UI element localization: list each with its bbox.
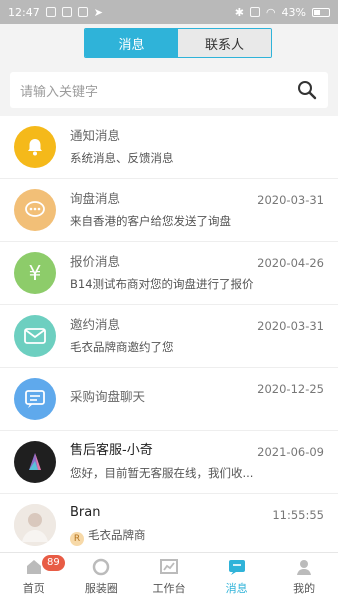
user-avatar [14, 504, 56, 546]
tab-messages[interactable]: 消息 [85, 29, 178, 57]
list-item-purchase-chat[interactable]: 采购询盘聊天 2020-12-25 [0, 368, 338, 431]
message-list: 通知消息 系统消息、反馈消息 询盘消息 来自香港的客户给您发送了询盘 2020-… [0, 116, 338, 552]
item-time: 2020-03-31 [257, 193, 324, 207]
message-tab-icon [227, 557, 247, 577]
brand-badge-icon: R [70, 532, 84, 546]
segment-control: 消息 联系人 [84, 28, 272, 58]
list-item-notifications[interactable]: 通知消息 系统消息、反馈消息 [0, 116, 338, 179]
chart-icon [159, 557, 179, 577]
list-item-invitation[interactable]: 邀约消息 毛衣品牌商邀约了您 2020-03-31 [0, 305, 338, 368]
item-subtitle: B14测试布商对您的询盘进行了报价 [70, 277, 254, 291]
item-time: 11:55:55 [272, 508, 324, 522]
item-time: 2021-06-09 [257, 445, 324, 459]
vibrate-icon [249, 7, 260, 17]
tab-mine-label: 我的 [293, 582, 316, 595]
item-subtitle: 系统消息、反馈消息 [70, 151, 174, 165]
list-item-inquiry[interactable]: 询盘消息 来自香港的客户给您发送了询盘 2020-03-31 [0, 179, 338, 242]
notification-icon [45, 7, 56, 17]
battery-icon [312, 7, 330, 17]
tab-fashion-label: 服装圈 [84, 582, 118, 595]
home-badge: 89 [42, 555, 65, 571]
wifi-icon: ◠ [265, 5, 276, 19]
chat-list-icon [14, 378, 56, 420]
envelope-icon [14, 315, 56, 357]
tab-messages-bottom[interactable]: 消息 [203, 553, 271, 600]
item-time: 2020-04-26 [257, 256, 324, 270]
tab-home[interactable]: 首页 89 [0, 553, 68, 600]
tab-fashion[interactable]: 服装圈 [68, 553, 136, 600]
search-input[interactable]: 请输入关键字 [10, 72, 328, 108]
tab-contacts[interactable]: 联系人 [178, 29, 271, 57]
chat-bubble-icon [14, 189, 56, 231]
yen-icon: ¥ [14, 252, 56, 294]
tab-messages-label: 消息 [225, 582, 248, 595]
item-subtitle: 来自香港的客户给您发送了询盘 [70, 214, 231, 228]
item-subtitle: 您好，目前暂无客服在线，我们收... [70, 466, 254, 480]
list-item-customer-service[interactable]: 售后客服-小奇 您好，目前暂无客服在线，我们收... 2021-06-09 [0, 431, 338, 494]
person-icon [294, 557, 314, 577]
list-item-bran[interactable]: Bran R 毛衣品牌商 11:55:55 [0, 494, 338, 552]
status-time: 12:47 [8, 5, 40, 19]
tab-home-label: 首页 [22, 582, 45, 595]
tab-workbench-label: 工作台 [152, 582, 186, 595]
item-title: 通知消息 [70, 128, 121, 143]
bell-icon [14, 126, 56, 168]
image-icon [77, 7, 88, 17]
circle-refresh-icon [91, 557, 111, 577]
status-bar: 12:47 ➤ ✱ ◠ 43% [0, 0, 338, 24]
search-placeholder: 请输入关键字 [20, 84, 99, 100]
bottom-tab-bar: 首页 89 服装圈 工作台 消息 我的 [0, 552, 338, 600]
item-subtitle-text: 毛衣品牌商 [88, 528, 146, 542]
search-icon[interactable] [296, 79, 318, 101]
tab-workbench[interactable]: 工作台 [135, 553, 203, 600]
battery-percent: 43% [281, 5, 306, 19]
home-icon [24, 557, 44, 577]
message-icon [61, 7, 72, 17]
send-icon: ➤ [93, 5, 103, 19]
item-subtitle: 毛衣品牌商邀约了您 [70, 340, 174, 354]
item-time: 2020-12-25 [257, 382, 324, 396]
list-item-quotation[interactable]: ¥ 报价消息 B14测试布商对您的询盘进行了报价 2020-04-26 [0, 242, 338, 305]
item-time: 2020-03-31 [257, 319, 324, 333]
tab-mine[interactable]: 我的 [270, 553, 338, 600]
bluetooth-icon: ✱ [234, 5, 244, 19]
service-avatar [14, 441, 56, 483]
item-subtitle: R 毛衣品牌商 [70, 526, 338, 546]
